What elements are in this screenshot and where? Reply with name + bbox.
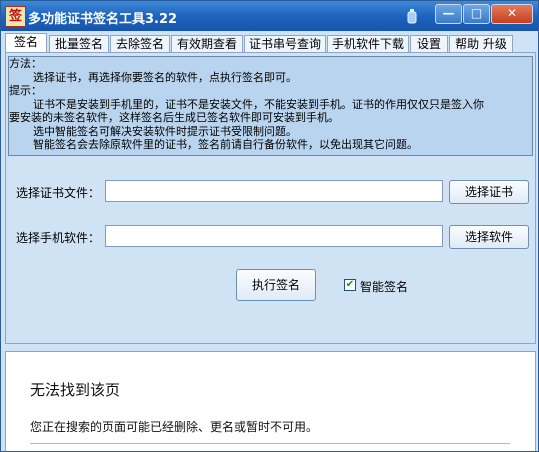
instructions-line: 选择证书，再选择你要签名的软件，点执行签名即可。 — [33, 70, 297, 84]
instructions-heading-tips: 提示： — [9, 84, 42, 97]
execute-sign-button[interactable]: 执行签名 — [236, 269, 316, 301]
app-logo-icon: 签 — [5, 6, 26, 27]
choose-software-button[interactable]: 选择软件 — [449, 225, 529, 249]
smart-sign-checkbox[interactable]: ✔ — [344, 279, 356, 291]
instructions-box: 方法： 选择证书，再选择你要签名的软件，点执行签名即可。 提示： 证书不是安装到… — [8, 56, 533, 156]
cert-file-label: 选择证书文件： — [16, 186, 101, 200]
software-label: 选择手机软件： — [16, 231, 101, 245]
sign-panel: 方法： 选择证书，再选择你要签名的软件，点执行签名即可。 提示： 证书不是安装到… — [5, 52, 536, 344]
tab-validity-check[interactable]: 有效期查看 — [171, 35, 243, 53]
smart-sign-label[interactable]: 智能签名 — [360, 278, 408, 295]
instructions-line: 要安装的未签名软件，这样签名后生成已签名软件即可安装到手机。 — [9, 111, 339, 124]
maximize-button[interactable]: □ — [463, 4, 490, 24]
choose-cert-button[interactable]: 选择证书 — [449, 180, 529, 204]
title-bar[interactable]: 签 多功能证书签名工具3.22 — □ ✕ — [1, 1, 538, 31]
skin-icon[interactable] — [407, 8, 417, 24]
minimize-button[interactable]: — — [435, 4, 462, 24]
instructions-heading-method: 方法： — [9, 57, 42, 70]
cert-file-input[interactable] — [105, 180, 443, 202]
error-title: 无法找到该页 — [30, 381, 121, 399]
web-content-pane: 无法找到该页 您正在搜索的页面可能已经删除、更名或暂时不可用。 — [5, 351, 536, 451]
tab-software-download[interactable]: 手机软件下载 — [327, 35, 409, 53]
error-message: 您正在搜索的页面可能已经删除、更名或暂时不可用。 — [30, 420, 319, 434]
tab-remove-sign[interactable]: 去除签名 — [110, 35, 170, 53]
instructions-line: 选中智能签名可解决安装软件时提示证书受限制问题。 — [33, 124, 297, 138]
divider — [30, 443, 510, 444]
tab-cert-serial-query[interactable]: 证书串号查询 — [244, 35, 326, 53]
tab-settings[interactable]: 设置 — [410, 35, 448, 53]
instructions-line: 证书不是安装到手机里的，证书不是安装文件，不能安装到手机。证书的作用仅仅只是签入… — [33, 97, 484, 111]
instructions-line: 智能签名会去除原软件里的证书，签名前请自行备份软件，以免出现其它问题。 — [33, 138, 418, 151]
software-input[interactable] — [105, 225, 443, 247]
window-title: 多功能证书签名工具3.22 — [28, 12, 178, 27]
app-window: 签 多功能证书签名工具3.22 — □ ✕ 签名 批量签名 去除签名 有效期查看… — [0, 0, 539, 452]
tab-batch-sign[interactable]: 批量签名 — [49, 35, 109, 53]
close-button[interactable]: ✕ — [491, 4, 533, 24]
tab-help-upgrade[interactable]: 帮助 升级 — [449, 35, 513, 53]
tab-sign[interactable]: 签名 — [5, 33, 47, 54]
